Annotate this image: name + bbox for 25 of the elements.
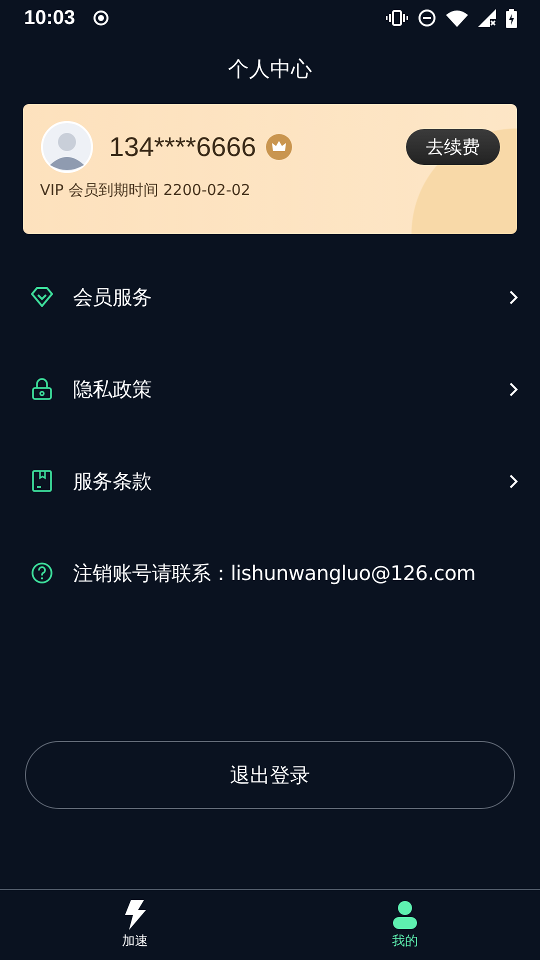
signal-icon <box>478 9 496 27</box>
record-icon <box>93 10 110 26</box>
tab[interactable]: 我的 <box>270 890 540 960</box>
tab[interactable]: 加速 <box>0 890 270 960</box>
menu-item[interactable]: 会员服务 <box>73 284 152 310</box>
wifi-icon <box>446 10 468 26</box>
status-time: 10:03 <box>24 6 76 30</box>
logout-button[interactable]: 退出登录 <box>25 741 515 809</box>
renew-button[interactable]: 去续费 <box>406 129 500 165</box>
page-title: 个人中心 <box>227 56 313 83</box>
person-icon <box>391 900 419 930</box>
do-not-disturb-icon <box>418 9 436 27</box>
lightning-icon <box>122 900 148 930</box>
book-icon <box>31 470 53 492</box>
menu-item[interactable]: 隐私政策 <box>73 376 152 402</box>
contact-text: 注销账号请联系：lishunwangluo@126.com <box>73 560 476 586</box>
diamond-icon <box>31 287 53 307</box>
vibrate-icon <box>386 10 408 26</box>
help-icon <box>31 562 53 584</box>
battery-icon <box>506 8 517 28</box>
phone-number: 134****6666 <box>109 132 256 162</box>
lock-icon <box>31 378 53 400</box>
vip-expiry-text: VIP 会员到期时间 2200-02-02 <box>40 181 252 200</box>
avatar[interactable] <box>41 121 93 173</box>
menu-item[interactable]: 服务条款 <box>73 468 152 494</box>
